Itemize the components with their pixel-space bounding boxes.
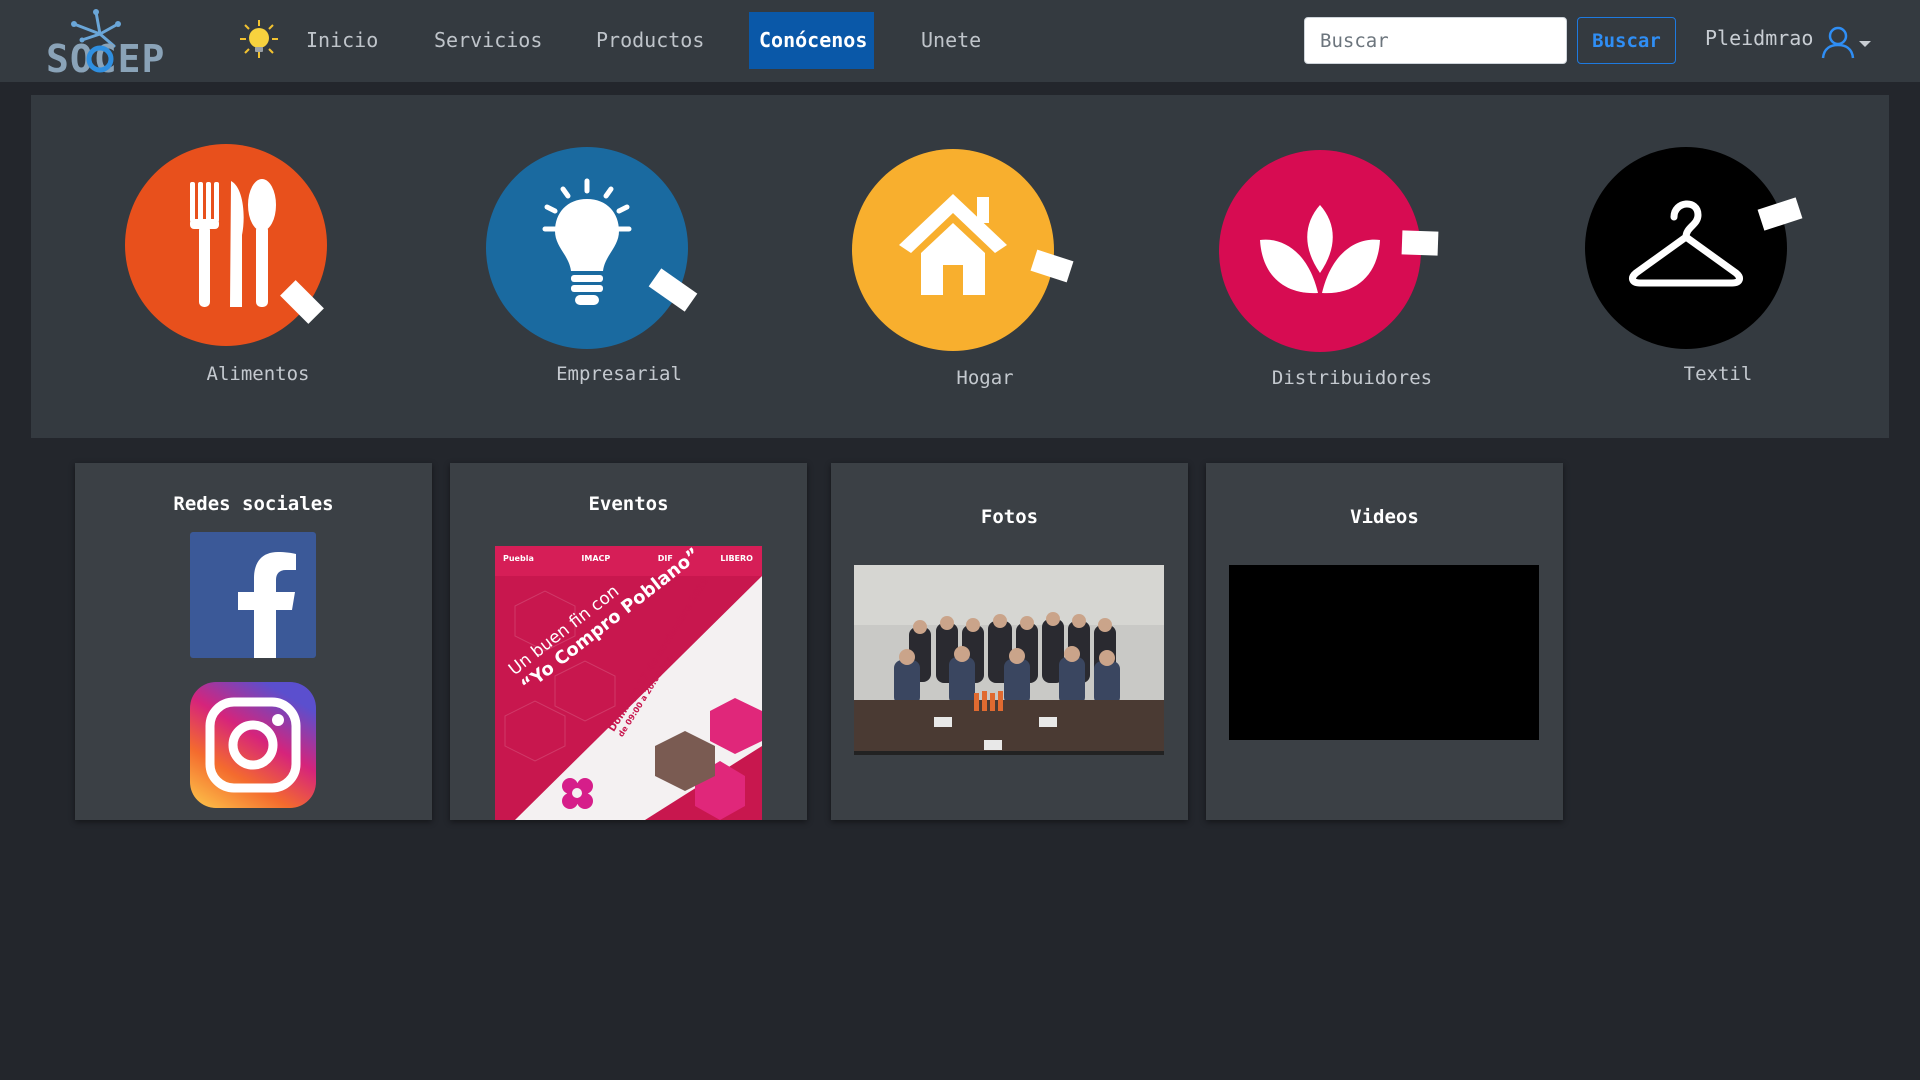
category-hogar[interactable]: Hogar [845, 95, 1125, 438]
utensils-icon [190, 179, 276, 307]
category-alimentos[interactable]: Alimentos [118, 95, 398, 438]
card-title-social: Redes sociales [173, 493, 334, 515]
card-social: Redes sociales [75, 463, 432, 820]
instagram-icon[interactable] [190, 682, 316, 808]
nav-inicio[interactable]: Inicio [296, 12, 388, 69]
card-photos: Fotos [831, 463, 1188, 820]
category-empresarial[interactable]: Empresarial [479, 95, 759, 438]
nav-productos[interactable]: Productos [586, 12, 714, 69]
card-title-videos: Videos [1350, 506, 1419, 528]
nav-conocenos[interactable]: Conócenos [749, 12, 874, 69]
categories-panel: Alimentos Empresarial Hogar Distribuidor… [31, 95, 1889, 438]
category-distribuidores[interactable]: Distribuidores [1212, 95, 1492, 438]
category-label-hogar: Hogar [956, 367, 1014, 389]
nav-unete[interactable]: Unete [911, 12, 991, 69]
socep-logo[interactable]: SOCEP [44, 6, 194, 81]
card-title-events: Eventos [588, 493, 669, 515]
category-label-empresarial: Empresarial [556, 363, 682, 385]
user-icon[interactable] [1820, 24, 1856, 60]
category-label-textil: Textil [1683, 363, 1753, 385]
video-player[interactable] [1229, 565, 1539, 740]
category-textil[interactable]: Textil [1578, 95, 1858, 438]
nav-servicios[interactable]: Servicios [424, 12, 552, 69]
card-title-photos: Fotos [980, 506, 1039, 528]
chevron-down-icon[interactable] [1858, 34, 1872, 47]
card-events: Eventos Puebla IMACP DIF LIBERO Un buen … [450, 463, 807, 820]
sun-icon[interactable] [238, 18, 280, 60]
navbar: SOCEP Inicio Servicios Productos Conócen… [0, 0, 1920, 82]
search-input[interactable] [1304, 17, 1567, 64]
card-videos: Videos [1206, 463, 1563, 820]
user-name[interactable]: Pleidmrao [1705, 26, 1813, 50]
category-label-alimentos: Alimentos [206, 363, 310, 385]
event-flyer[interactable]: Puebla IMACP DIF LIBERO Un buen fin con … [495, 546, 762, 820]
category-label-distribuidores: Distribuidores [1271, 367, 1433, 389]
facebook-icon[interactable] [190, 532, 316, 658]
group-photo[interactable] [854, 565, 1164, 755]
search-button[interactable]: Buscar [1577, 17, 1676, 64]
logo-text: SOCEP [46, 37, 165, 78]
